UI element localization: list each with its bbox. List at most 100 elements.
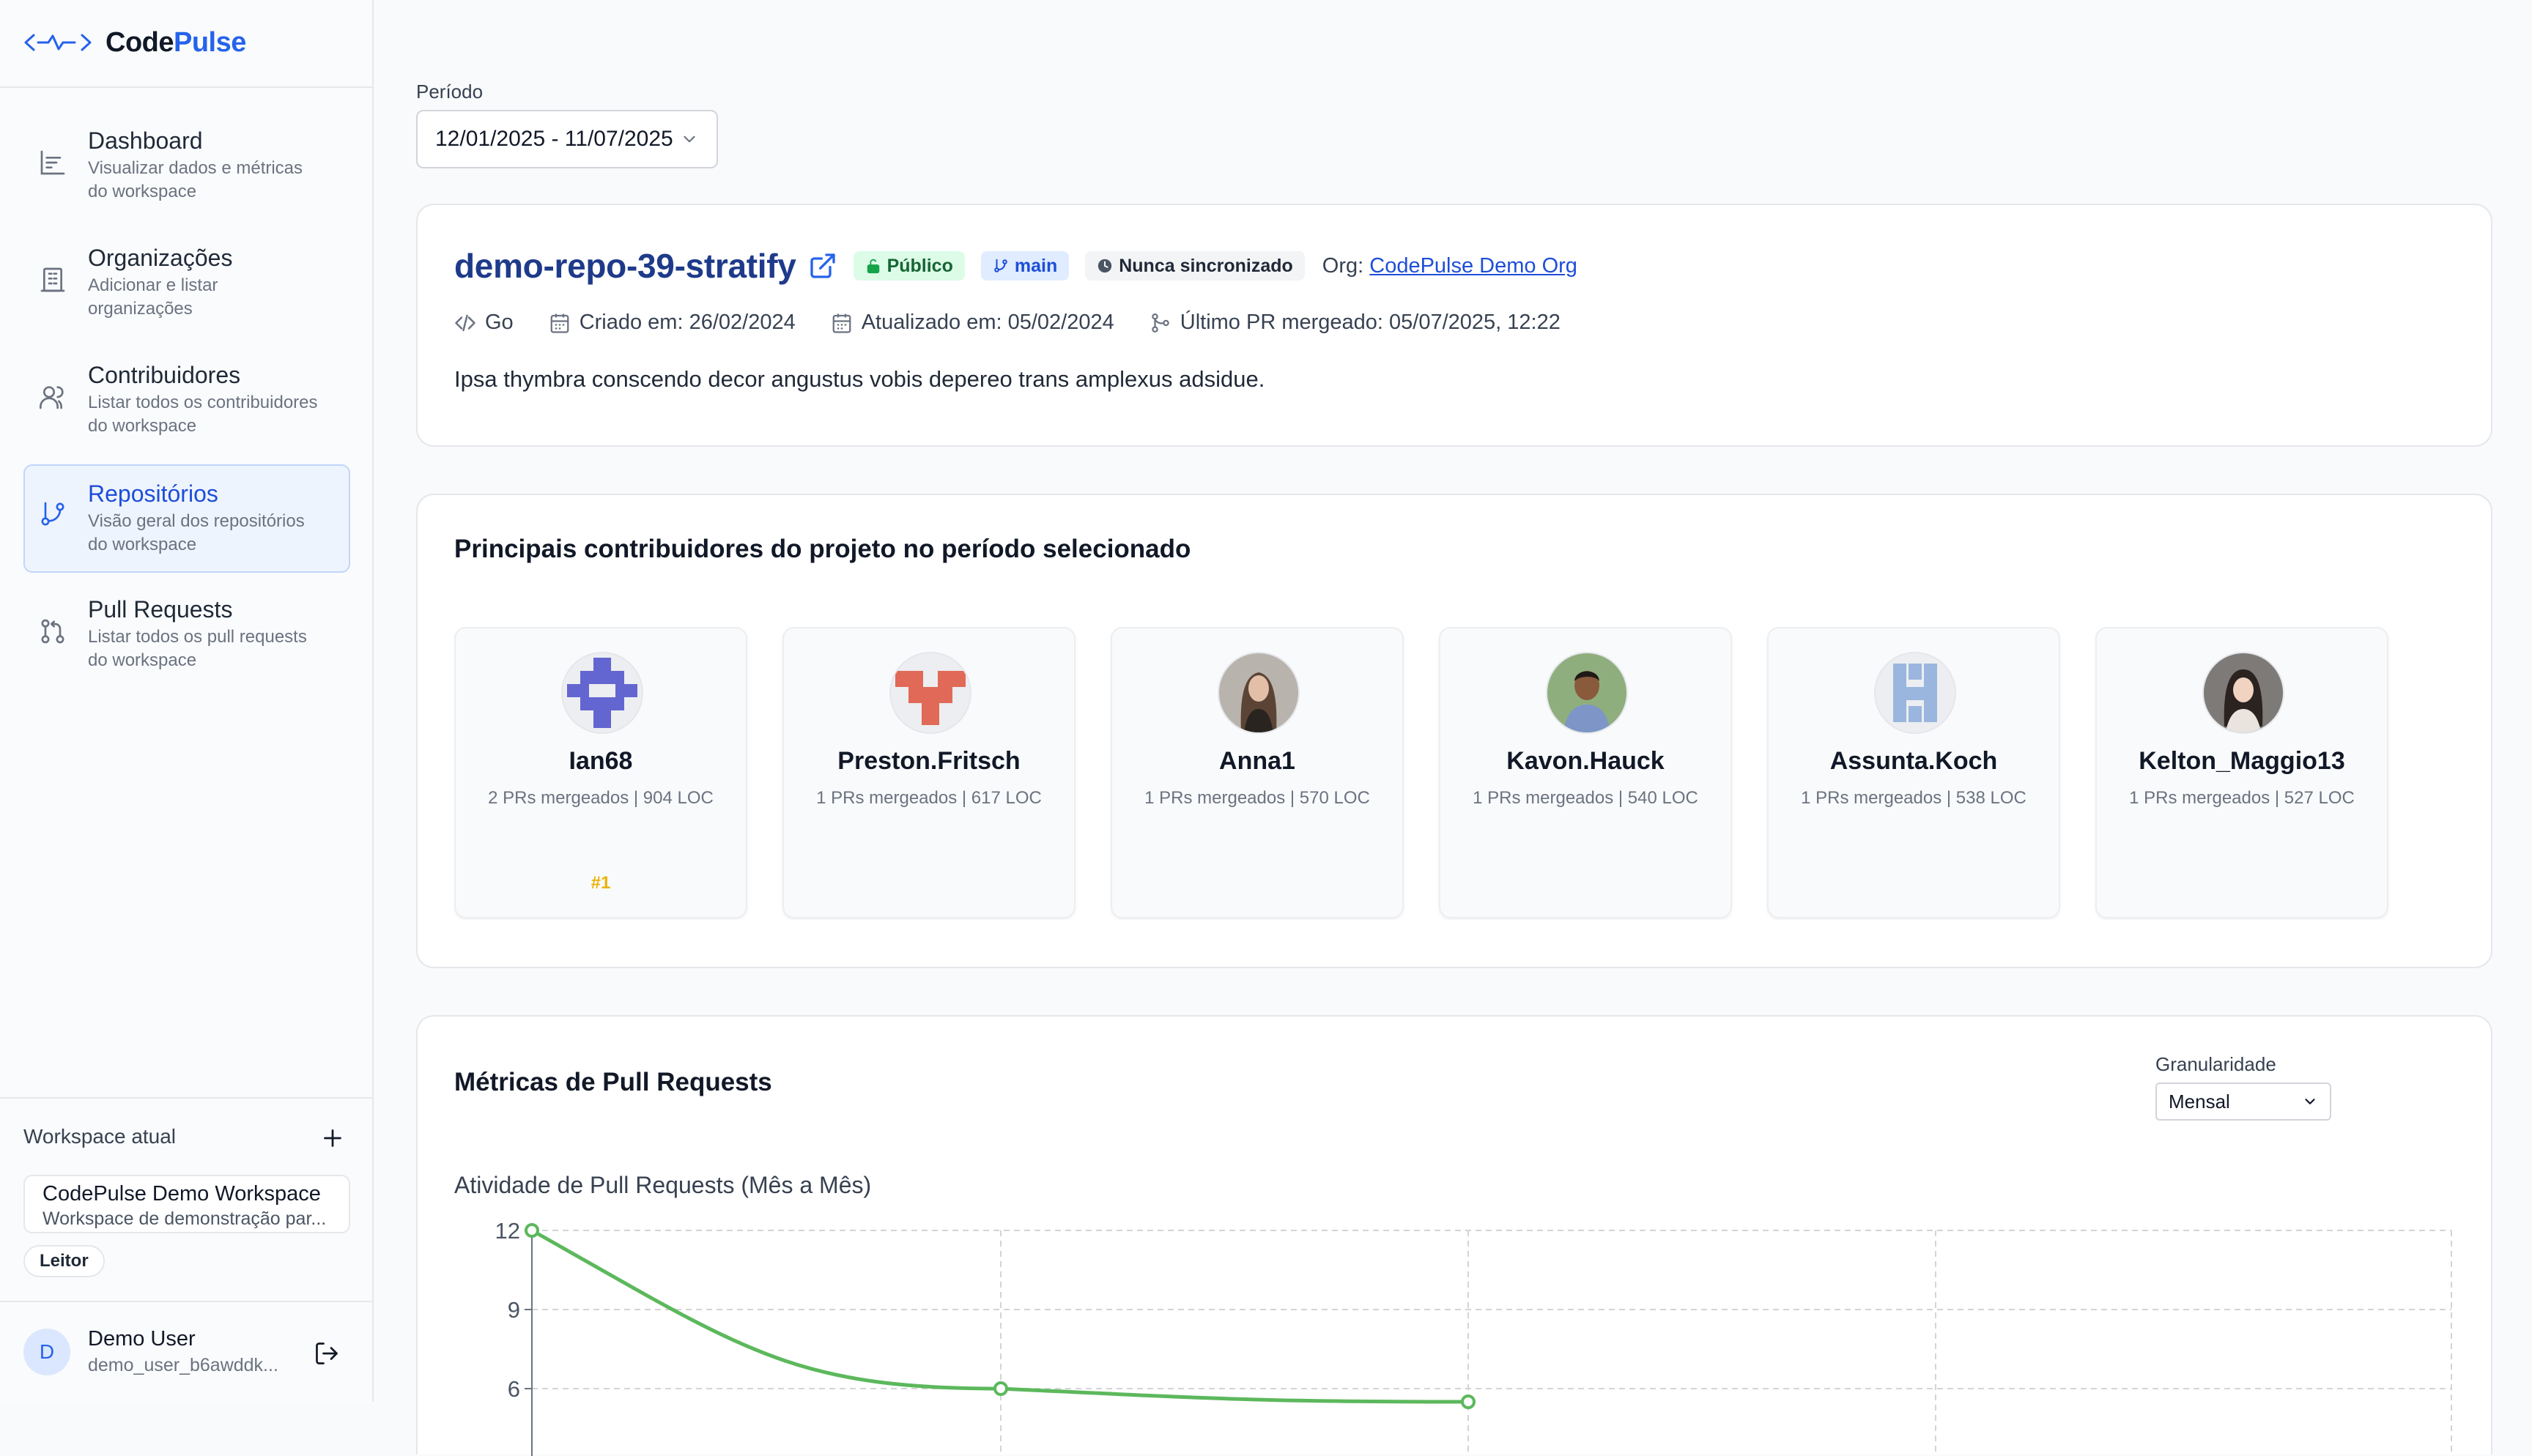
lock-open-icon [865, 258, 881, 274]
contributor-name: Ian68 [569, 747, 633, 775]
divider [0, 86, 372, 88]
nav-item-label: Dashboard [88, 127, 203, 154]
nav-item-pull-requests[interactable]: Pull Requests Listar todos os pull reque… [23, 582, 350, 690]
clock-icon [1097, 258, 1113, 274]
data-point [525, 1223, 539, 1238]
contributor-name: Preston.Fritsch [837, 747, 1021, 775]
nav-item-organizacoes[interactable]: Organizações Adicionar e listar organiza… [23, 230, 350, 338]
workspace-section-title: Workspace atual [23, 1125, 177, 1148]
last-merged-pr: Último PR mergeado: 05/07/2025, 12:22 [1150, 311, 1561, 335]
pull-request-metrics-card: Métricas de Pull Requests Granularidade … [416, 1015, 2492, 1456]
nav-item-label: Organizações [88, 245, 233, 271]
external-link-icon[interactable] [808, 251, 837, 281]
git-branch-icon [993, 258, 1009, 274]
avatar [889, 652, 971, 734]
role-badge: Leitor [23, 1245, 105, 1277]
contributor-card[interactable]: Ian68 2 PRs mergeados | 904 LOC #1 [454, 627, 747, 918]
chevron-down-icon [680, 130, 699, 149]
nav-item-description: Listar todos os pull requests do workspa… [88, 627, 307, 670]
nav-item-contribuidores[interactable]: Contribuidores Listar todos os contribui… [23, 347, 350, 456]
organization-link[interactable]: CodePulse Demo Org [1369, 254, 1577, 278]
contributor-name: Kelton_Maggio13 [2139, 747, 2345, 775]
contributor-stats: 1 PRs mergeados | 617 LOC [816, 788, 1042, 808]
period-value: 12/01/2025 - 11/07/2025 [435, 127, 673, 151]
nav-item-description: Adicionar e listar organizações [88, 275, 218, 319]
top-contributors-card: Principais contribuidores do projeto no … [416, 494, 2492, 968]
contributor-card[interactable]: Anna1 1 PRs mergeados | 570 LOC [1111, 627, 1404, 918]
contributor-name: Assunta.Koch [1829, 747, 1998, 775]
user-name: Demo User [88, 1327, 196, 1351]
chart-icon [38, 148, 67, 177]
calendar-icon [549, 312, 571, 334]
nav-item-label: Pull Requests [88, 596, 233, 623]
workspace-selector[interactable]: CodePulse Demo Workspace Workspace de de… [23, 1175, 350, 1233]
contributor-card[interactable]: Kavon.Hauck 1 PRs mergeados | 540 LOC [1439, 627, 1732, 918]
nav-item-description: Listar todos os contribuidores do worksp… [88, 393, 318, 436]
user-id: demo_user_b6awddk... [88, 1355, 278, 1375]
contributor-card[interactable]: Kelton_Maggio13 1 PRs mergeados | 527 LO… [2095, 627, 2388, 918]
users-icon [38, 382, 67, 412]
contributor-stats: 2 PRs mergeados | 904 LOC [488, 788, 714, 808]
pulse-logo-icon [23, 31, 92, 53]
nav-item-dashboard[interactable]: Dashboard Visualizar dados e métricas do… [23, 113, 350, 221]
contributor-stats: 1 PRs mergeados | 527 LOC [2129, 788, 2355, 808]
main-content: Período 12/01/2025 - 11/07/2025 demo-rep… [375, 0, 2532, 1456]
sidebar: CodePulse Dashboard Visualizar dados e m… [0, 0, 374, 1402]
updated-date: Atualizado em: 05/02/2024 [831, 311, 1114, 335]
contributors-carousel[interactable]: Ian68 2 PRs mergeados | 904 LOC #1 Prest… [454, 627, 2421, 920]
contributor-name: Anna1 [1219, 747, 1295, 775]
divider [0, 1301, 372, 1302]
brand-logo[interactable]: CodePulse [23, 0, 246, 85]
contributors-title: Principais contribuidores do projeto no … [454, 535, 1191, 563]
pull-request-icon [38, 617, 67, 646]
calendar-icon [831, 312, 853, 334]
git-merge-icon [1150, 312, 1171, 334]
period-label: Período [416, 81, 484, 103]
contributor-stats: 1 PRs mergeados | 570 LOC [1144, 788, 1370, 808]
repository-name: demo-repo-39-stratify [454, 247, 796, 285]
period-date-picker[interactable]: 12/01/2025 - 11/07/2025 [416, 110, 718, 168]
organization-info: Org: CodePulse Demo Org [1322, 253, 1577, 278]
nav-item-label: Repositórios [88, 480, 218, 507]
y-tick-label: 6 [508, 1376, 520, 1402]
repository-header-card: demo-repo-39-stratify Público main Nunca… [416, 204, 2492, 447]
rank-badge: #1 [591, 873, 611, 893]
git-branch-icon [38, 499, 67, 529]
avatar [1218, 652, 1300, 734]
repository-description: Ipsa thymbra conscendo decor angustus vo… [454, 366, 1265, 392]
divider [0, 1097, 372, 1099]
sidebar-nav: Dashboard Visualizar dados e métricas do… [23, 113, 350, 699]
repository-title-row: demo-repo-39-stratify Público main Nunca… [454, 246, 1577, 286]
logout-icon[interactable] [314, 1340, 340, 1367]
nav-item-label: Contribuidores [88, 362, 241, 388]
data-point [1461, 1394, 1476, 1409]
avatar: D [23, 1329, 70, 1375]
nav-item-description: Visualizar dados e métricas do workspace [88, 158, 303, 201]
y-tick-label: 9 [508, 1297, 520, 1323]
building-icon [38, 265, 67, 294]
contributor-stats: 1 PRs mergeados | 540 LOC [1473, 788, 1698, 808]
sync-status-badge: Nunca sincronizado [1085, 251, 1305, 281]
language-info: Go [454, 311, 514, 335]
contributor-stats: 1 PRs mergeados | 538 LOC [1801, 788, 2026, 808]
avatar [2202, 652, 2284, 734]
avatar [1546, 652, 1628, 734]
avatar [561, 652, 643, 734]
workspace-description: Workspace de demonstração par... [42, 1208, 327, 1229]
branch-badge: main [980, 251, 1070, 281]
pull-request-activity-chart: 12 9 6 [495, 1218, 2452, 1456]
repository-meta-row: Go Criado em: 26/02/2024 Atualizado em: … [454, 311, 1596, 335]
contributor-card[interactable]: Assunta.Koch 1 PRs mergeados | 538 LOC [1767, 627, 2060, 918]
data-point [993, 1381, 1008, 1396]
brand-name: CodePulse [106, 26, 246, 58]
workspace-name: CodePulse Demo Workspace [42, 1182, 321, 1206]
nav-item-description: Visão geral dos repositórios do workspac… [88, 511, 305, 554]
contributor-card[interactable]: Preston.Fritsch 1 PRs mergeados | 617 LO… [782, 627, 1076, 918]
visibility-badge: Público [853, 251, 965, 281]
code-icon [454, 312, 476, 334]
contributor-name: Kavon.Hauck [1506, 747, 1665, 775]
created-date: Criado em: 26/02/2024 [549, 311, 796, 335]
add-workspace-icon[interactable] [319, 1125, 346, 1151]
avatar [1874, 652, 1956, 734]
nav-item-repositorios[interactable]: Repositórios Visão geral dos repositório… [23, 464, 350, 573]
